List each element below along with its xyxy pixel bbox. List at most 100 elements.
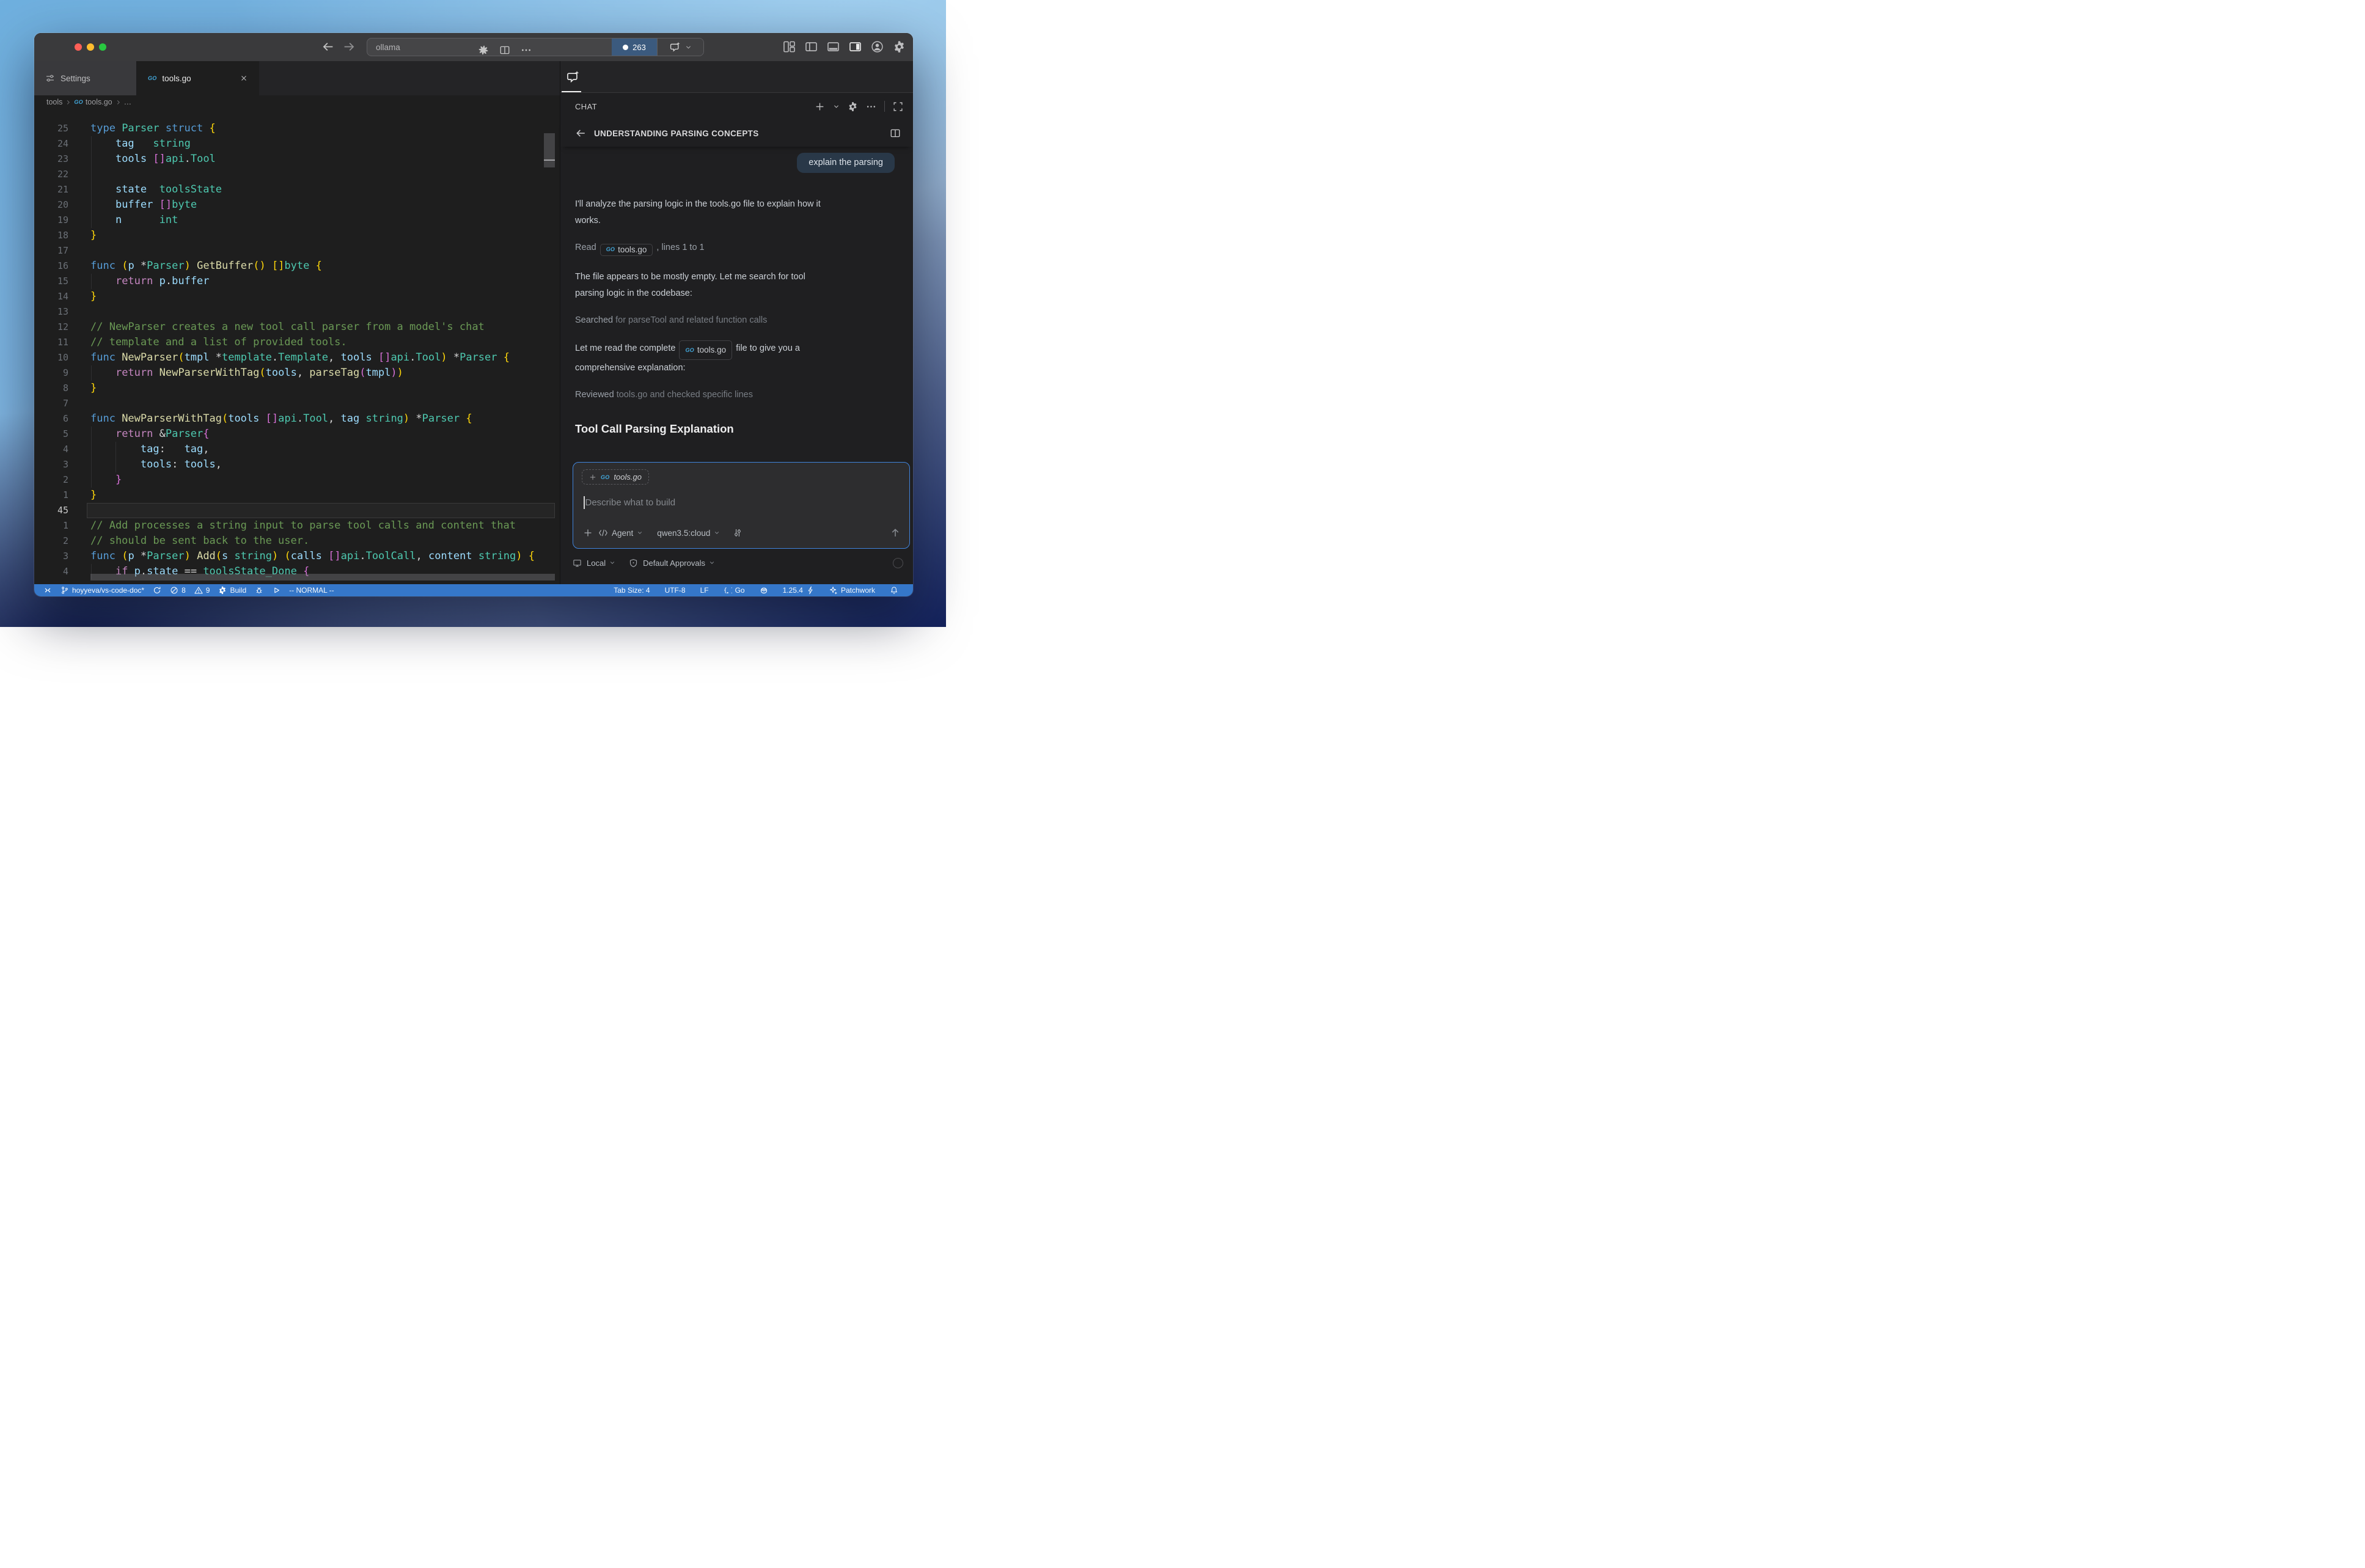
expand-chat-icon[interactable] (893, 101, 903, 112)
layout-icon[interactable] (783, 40, 796, 53)
code-line[interactable]: 15 return p.buffer (34, 274, 560, 289)
statusbar-notifications[interactable] (882, 586, 906, 595)
copilot-chat-button[interactable] (657, 38, 703, 56)
account-icon[interactable] (871, 40, 884, 53)
code-line[interactable]: 20 buffer []byte (34, 197, 560, 213)
statusbar-vim-mode[interactable]: -- NORMAL -- (285, 586, 339, 595)
open-in-editor-icon[interactable] (890, 128, 901, 139)
new-chat-icon[interactable] (815, 101, 825, 112)
statusbar-eol[interactable]: LF (693, 586, 716, 595)
code-line[interactable]: 21 state toolsState (34, 182, 560, 197)
code-line[interactable]: 17 (34, 243, 560, 258)
code-line[interactable]: 25type Parser struct { (34, 121, 560, 136)
chevron-down-icon[interactable] (833, 103, 840, 110)
statusbar-debug[interactable] (251, 586, 268, 595)
current-code-line[interactable]: 45 (34, 503, 560, 518)
send-arrow-icon[interactable] (890, 527, 901, 538)
code-line[interactable]: 4 tag: tag, (34, 442, 560, 457)
tab-tools-go[interactable]: GO tools.go (137, 61, 259, 95)
breadcrumb-symbol[interactable]: … (124, 98, 132, 106)
breadcrumb-file[interactable]: tools.go (86, 98, 112, 106)
line-number: 2 (34, 472, 68, 488)
code-line[interactable]: 10func NewParser(tmpl *template.Template… (34, 350, 560, 365)
panel-bottom-icon[interactable] (827, 40, 840, 53)
statusbar-tab-size[interactable]: Tab Size: 4 (606, 586, 657, 595)
model-params-icon[interactable] (733, 528, 743, 538)
model-picker[interactable]: qwen3.5:cloud (657, 529, 720, 538)
horizontal-scrollbar[interactable] (90, 574, 555, 581)
back-arrow-icon[interactable] (575, 128, 586, 139)
code-line[interactable]: 9 return NewParserWithTag(tools, parseTa… (34, 365, 560, 381)
gear-icon[interactable] (848, 101, 858, 112)
code-line[interactable]: 13 (34, 304, 560, 320)
statusbar-encoding[interactable]: UTF-8 (658, 586, 693, 595)
code-line[interactable]: 8} (34, 381, 560, 396)
code-line[interactable]: 2 } (34, 472, 560, 488)
statusbar-language-mode[interactable]: { }Go (716, 586, 752, 595)
panel-right-icon[interactable] (849, 40, 862, 53)
more-actions-icon[interactable] (866, 101, 876, 112)
code-line[interactable]: 6func NewParserWithTag(tools []api.Tool,… (34, 411, 560, 427)
zoom-window-button[interactable] (99, 43, 106, 51)
statusbar-git-branch[interactable]: hoyyeva/vs-code-doc* (56, 586, 148, 595)
attach-context-icon[interactable] (583, 528, 593, 538)
line-number: 19 (34, 213, 68, 228)
code-line[interactable]: 5 return &Parser{ (34, 427, 560, 442)
statusbar-sync-changes[interactable] (148, 586, 166, 595)
go-file-icon: GO (606, 246, 615, 252)
code-line[interactable]: 3func (p *Parser) Add(s string) (calls [… (34, 549, 560, 564)
minimize-window-button[interactable] (87, 43, 94, 51)
statusbar-run[interactable] (268, 586, 285, 595)
code-line[interactable]: 7 (34, 396, 560, 411)
chevron-down-icon (685, 44, 692, 51)
code-line[interactable]: 12// NewParser creates a new tool call p… (34, 320, 560, 335)
statusbar-errors[interactable]: 8 (166, 586, 190, 595)
badge-count: 263 (632, 43, 646, 52)
code-line[interactable]: 24 tag string (34, 136, 560, 152)
gear-icon[interactable] (893, 40, 906, 53)
chat-input-box[interactable]: GO tools.go Describe what to build Agent (573, 462, 910, 549)
code-line[interactable]: 16func (p *Parser) GetBuffer() []byte { (34, 258, 560, 274)
close-tab-icon[interactable] (240, 74, 248, 82)
chat-panel-tab[interactable] (563, 61, 584, 93)
pinwheel-icon[interactable] (478, 45, 489, 56)
line-number: 45 (34, 503, 68, 518)
line-number: 1 (34, 518, 68, 533)
more-actions-icon[interactable] (521, 45, 532, 56)
file-reference-chip[interactable]: GOtools.go (600, 244, 653, 256)
forward-arrow-icon[interactable] (343, 40, 356, 53)
breadcrumb-folder[interactable]: tools (46, 98, 62, 106)
statusbar-remote-indicator[interactable] (39, 586, 56, 595)
code-line[interactable]: 1} (34, 488, 560, 503)
code-line[interactable]: 23 tools []api.Tool (34, 152, 560, 167)
statusbar-gopher[interactable] (752, 586, 776, 595)
panel-left-icon[interactable] (805, 40, 818, 53)
close-window-button[interactable] (75, 43, 82, 51)
code-line[interactable]: 1// Add processes a string input to pars… (34, 518, 560, 533)
approvals-label: Default Approvals (643, 559, 705, 568)
mode-picker[interactable]: Agent (598, 528, 643, 538)
code-line[interactable]: 18} (34, 228, 560, 243)
approvals-picker[interactable]: Default Approvals (643, 559, 715, 568)
notification-badge[interactable]: 263 (612, 38, 657, 56)
split-editor-icon[interactable] (499, 45, 510, 56)
code-line[interactable]: 19 n int (34, 213, 560, 228)
statusbar-build-task[interactable]: Build (214, 586, 251, 595)
statusbar-warnings[interactable]: 9 (190, 586, 215, 595)
vertical-scrollbar[interactable] (544, 133, 555, 167)
chat-input-field[interactable]: Describe what to build (584, 496, 675, 509)
file-reference-chip[interactable]: GOtools.go (679, 340, 732, 360)
statusbar-patchwork[interactable]: Patchwork (822, 586, 882, 595)
environment-picker[interactable]: Local (587, 559, 615, 568)
code-line[interactable]: 3 tools: tools, (34, 457, 560, 472)
tab-settings[interactable]: Settings (34, 61, 137, 95)
back-arrow-icon[interactable] (321, 40, 334, 53)
code-editor[interactable]: 25type Parser struct {24 tag string23 to… (34, 109, 560, 584)
code-line[interactable]: 2// should be sent back to the user. (34, 533, 560, 549)
code-line[interactable]: 22 (34, 167, 560, 182)
statusbar-go-version[interactable]: 1.25.4 (776, 586, 822, 595)
chat-footer: Local Default Approvals (573, 554, 903, 572)
context-file-chip[interactable]: GO tools.go (582, 469, 649, 485)
code-line[interactable]: 14} (34, 289, 560, 304)
code-line[interactable]: 11// template and a list of provided too… (34, 335, 560, 350)
